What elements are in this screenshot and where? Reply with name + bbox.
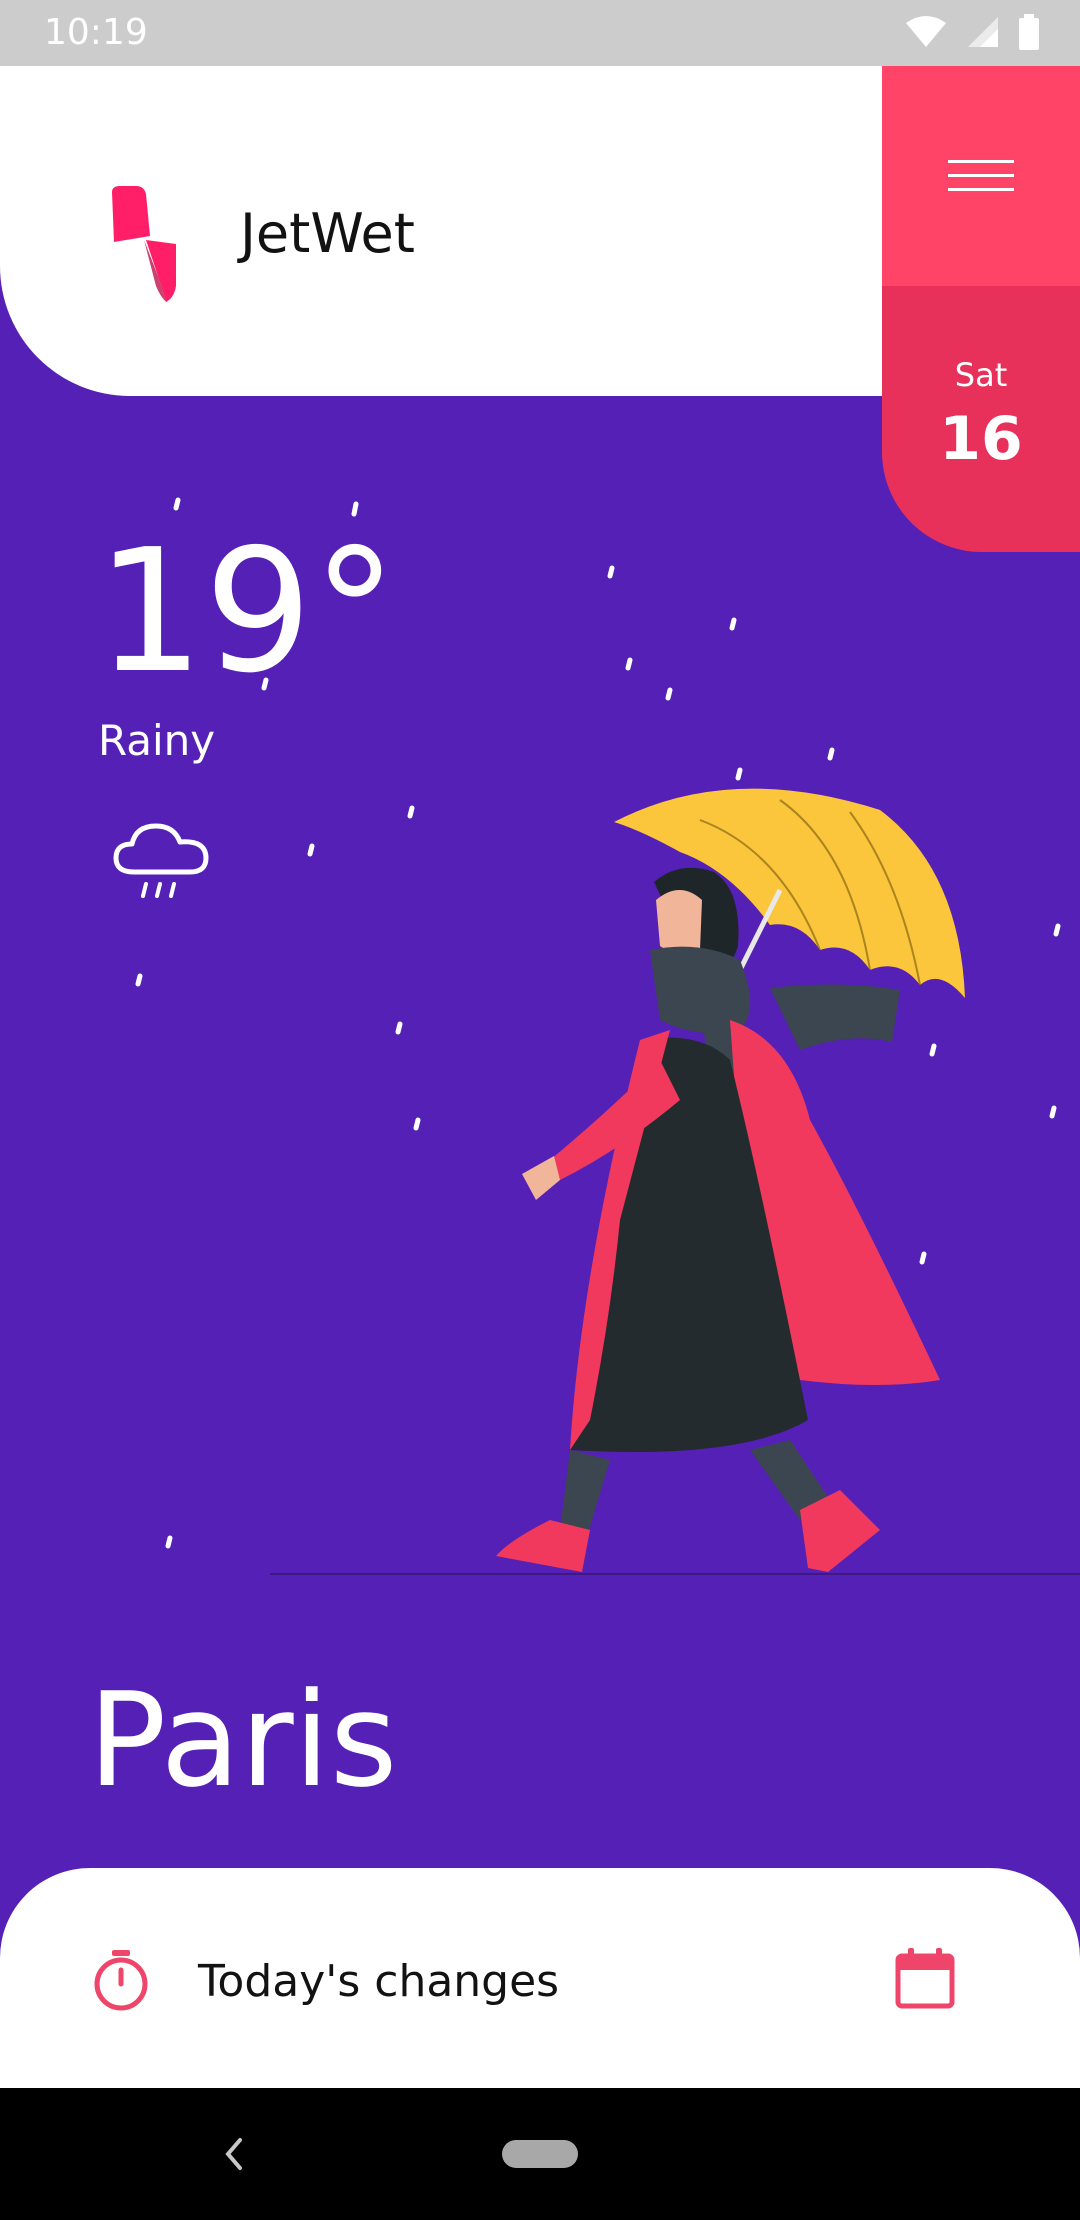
cloud-rain-icon (113, 823, 209, 898)
city-name: Paris (88, 1664, 398, 1816)
weather-condition: Rainy (98, 716, 216, 765)
status-bar: 10:19 (0, 0, 1080, 66)
ground-line (270, 1573, 1080, 1575)
back-icon[interactable] (218, 2132, 248, 2176)
woman-with-umbrella-illustration (496, 788, 965, 1572)
menu-button[interactable] (882, 66, 1080, 286)
signal-icon (968, 17, 998, 47)
home-pill-button[interactable] (502, 2140, 578, 2168)
todays-changes-card[interactable]: Today's changes (0, 1868, 1080, 2088)
calendar-icon[interactable] (894, 1946, 956, 2010)
battery-icon (1019, 14, 1039, 50)
date-day: Sat (954, 356, 1008, 394)
timer-icon (94, 1950, 148, 2011)
status-icons (904, 14, 1040, 50)
hamburger-menu-icon (948, 160, 1014, 202)
todays-changes-label: Today's changes (198, 1956, 560, 2007)
status-time: 10:19 (44, 12, 148, 53)
date-number: 16 (939, 404, 1023, 474)
app-logo-icon (112, 186, 176, 302)
temperature: 19° (96, 513, 398, 711)
wifi-icon (906, 16, 946, 47)
date-badge: Sat 16 (882, 286, 1080, 552)
system-nav-bar (0, 2088, 1080, 2220)
app-title: JetWet (240, 202, 415, 265)
